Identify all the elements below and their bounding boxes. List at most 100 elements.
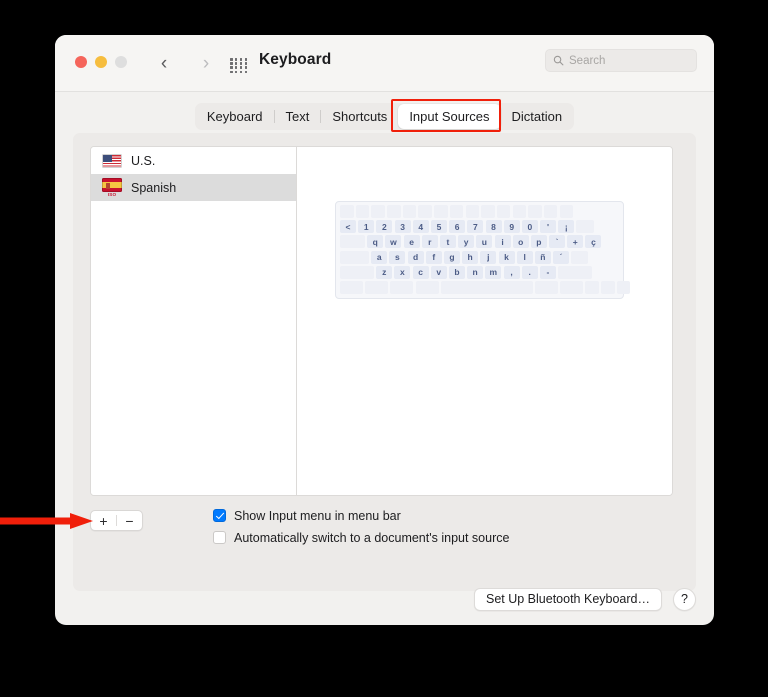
list-item-us[interactable]: U.S. — [91, 147, 296, 174]
key-blank — [465, 205, 479, 218]
search-input[interactable] — [569, 54, 689, 67]
key-delete — [576, 220, 595, 234]
key-blank — [528, 205, 542, 218]
key-blank — [481, 205, 495, 218]
key: 0 — [521, 220, 538, 234]
key-return — [571, 250, 589, 264]
key: 6 — [449, 220, 466, 234]
input-source-list[interactable]: U.S. ISO Spanish — [91, 147, 297, 495]
us-flag-icon — [102, 153, 122, 168]
tab-text[interactable]: Text — [275, 104, 321, 129]
page-title: Keyboard — [259, 51, 332, 68]
key-command-right — [534, 280, 558, 294]
set-up-bluetooth-keyboard-button[interactable]: Set Up Bluetooth Keyboard… — [474, 588, 662, 611]
key: ´ — [553, 250, 570, 264]
key-command-left — [415, 280, 439, 294]
key-blank — [496, 205, 511, 218]
key-shift-right — [558, 265, 593, 279]
key: z — [376, 265, 393, 279]
tab-keyboard[interactable]: Keyboard — [196, 104, 274, 129]
checkbox-row-show-input-menu[interactable]: Show Input menu in menu bar — [213, 505, 509, 526]
back-chevron-icon[interactable]: ‹ — [153, 49, 175, 77]
tab-shortcuts[interactable]: Shortcuts — [321, 104, 398, 129]
flag-wrapper — [102, 153, 122, 168]
keyboard-row-bottom-letters: z x c v b n m , . - — [340, 265, 619, 279]
minimize-window-button[interactable] — [95, 56, 107, 68]
keyboard-layout-preview: < 1 2 3 4 5 6 7 8 9 0 ' ¡ q w e r t y u … — [335, 201, 631, 299]
key-blank — [559, 205, 574, 218]
zoom-window-button[interactable] — [115, 56, 127, 68]
key: y — [458, 235, 475, 249]
key: q — [367, 235, 384, 249]
tab-dictation[interactable]: Dictation — [501, 104, 574, 129]
auto-switch-checkbox[interactable] — [213, 531, 226, 544]
close-window-button[interactable] — [75, 56, 87, 68]
key: b — [448, 265, 465, 279]
navigation-arrows: ‹ › — [153, 49, 217, 77]
key: 5 — [430, 220, 447, 234]
list-item-label: U.S. — [131, 153, 156, 168]
help-button[interactable]: ? — [673, 588, 696, 611]
key: 8 — [485, 220, 502, 234]
iso-tag: ISO — [107, 192, 117, 197]
options-checkbox-group: Show Input menu in menu bar Automaticall… — [213, 505, 509, 549]
key-space — [440, 280, 533, 294]
key: ` — [549, 235, 566, 249]
key: , — [503, 265, 520, 279]
key: n — [467, 265, 484, 279]
key-blank — [355, 205, 370, 218]
key-option-right — [560, 280, 584, 294]
list-item-label: Spanish — [131, 180, 177, 195]
checkbox-row-auto-switch[interactable]: Automatically switch to a document's inp… — [213, 527, 509, 548]
keyboard-row-modifiers — [340, 280, 631, 294]
key: w — [385, 235, 402, 249]
remove-input-source-button[interactable]: − — [117, 511, 142, 530]
key: ' — [540, 220, 557, 234]
key-option-left — [390, 280, 414, 294]
key-fn — [340, 280, 363, 294]
key: ç — [585, 235, 602, 249]
checkbox-label: Show Input menu in menu bar — [234, 508, 401, 523]
key-arrow-left — [585, 280, 599, 294]
key: h — [462, 250, 479, 264]
key-blank — [387, 205, 401, 218]
key-blank — [543, 205, 558, 218]
key: s — [389, 250, 406, 264]
search-field[interactable] — [545, 49, 697, 72]
key: . — [521, 265, 538, 279]
key-control — [365, 280, 389, 294]
add-input-source-button[interactable]: + — [91, 511, 116, 530]
search-icon — [553, 55, 564, 66]
key: e — [403, 235, 420, 249]
key-caps-lock — [340, 250, 369, 264]
list-item-spanish[interactable]: ISO Spanish — [91, 174, 296, 201]
key-blank — [371, 205, 385, 218]
key-arrow-updown — [601, 280, 615, 294]
key: c — [412, 265, 429, 279]
checkbox-label: Automatically switch to a document's inp… — [234, 530, 510, 545]
key: 1 — [358, 220, 375, 234]
key: 9 — [503, 220, 520, 234]
panes-container: U.S. ISO Spanish < 1 2 3 4 5 6 7 8 9 0 '… — [90, 146, 673, 496]
key-tab — [340, 235, 365, 249]
tab-input-sources[interactable]: Input Sources — [398, 103, 501, 129]
keyboard-row-qwerty: q w e r t y u i o p ` + ç — [340, 235, 619, 249]
spain-flag-icon — [102, 178, 122, 192]
key-blank — [434, 205, 448, 218]
key: u — [476, 235, 493, 249]
key: ñ — [534, 250, 551, 264]
app-grid-icon[interactable] — [230, 58, 248, 74]
key: a — [371, 250, 388, 264]
show-input-menu-checkbox[interactable] — [213, 509, 226, 522]
key: v — [430, 265, 447, 279]
keyboard-row-numbers: < 1 2 3 4 5 6 7 8 9 0 ' ¡ — [340, 220, 619, 234]
key: 2 — [376, 220, 393, 234]
traffic-lights — [75, 56, 127, 68]
add-remove-input-source-buttons: + − — [90, 510, 143, 531]
forward-chevron-icon[interactable]: › — [195, 49, 217, 77]
key: t — [439, 235, 456, 249]
key: 3 — [394, 220, 411, 234]
key: p — [530, 235, 547, 249]
key-blank — [512, 205, 527, 218]
key: ¡ — [558, 220, 575, 234]
